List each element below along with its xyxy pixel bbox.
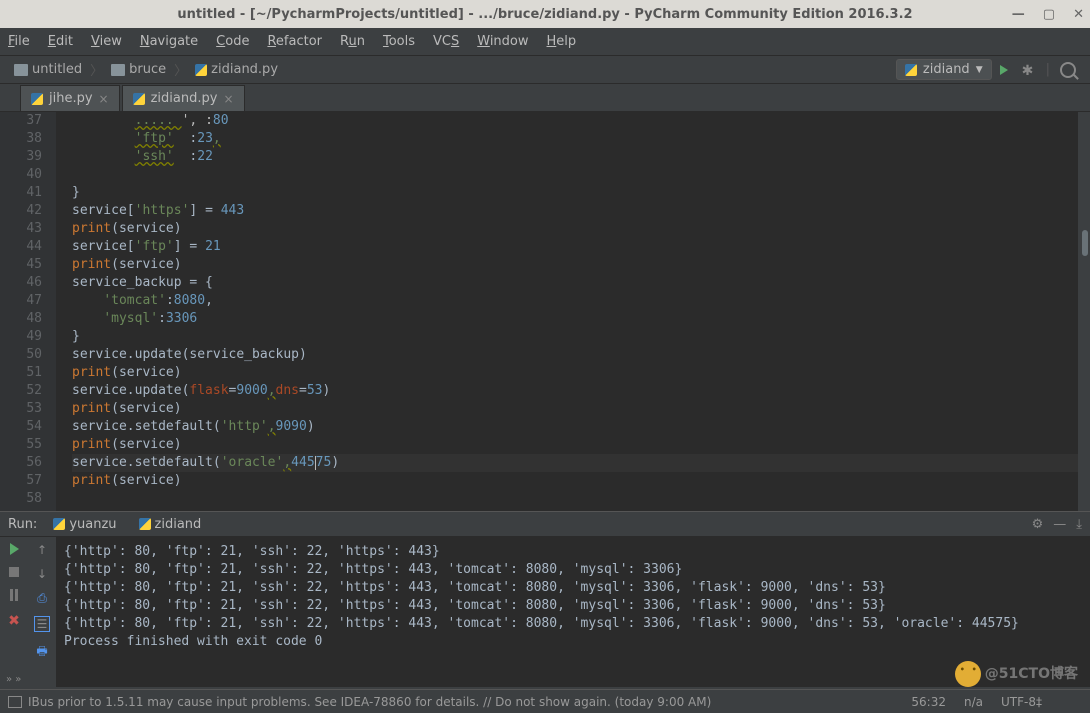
python-file-icon [195, 64, 207, 76]
menu-navigate[interactable]: Navigate [140, 34, 198, 49]
down-arrow-icon[interactable]: ↓ [37, 567, 47, 581]
scrollbar[interactable] [1078, 112, 1090, 511]
console-output[interactable]: {'http': 80, 'ftp': 21, 'ssh': 22, 'http… [56, 537, 1090, 687]
close-tab-icon[interactable]: × [99, 92, 109, 106]
menu-refactor[interactable]: Refactor [267, 34, 322, 49]
run-nav-rail: ↑ ↓ ⎙ ☰ 🖶 [28, 537, 56, 687]
breadcrumb-root[interactable]: untitled [8, 60, 88, 79]
menu-tools[interactable]: Tools [383, 34, 415, 49]
line-separator[interactable]: n/a [964, 695, 983, 709]
tab-jihe[interactable]: jihe.py× [20, 85, 120, 111]
python-file-icon [139, 518, 151, 530]
breadcrumb-file[interactable]: zidiand.py [189, 60, 284, 79]
search-icon[interactable] [1060, 62, 1076, 78]
menu-code[interactable]: Code [216, 34, 249, 49]
run-tool-header: Run: yuanzu zidiand ⚙ — ⤓ [0, 511, 1090, 537]
status-message[interactable]: IBus prior to 1.5.11 may cause input pro… [28, 695, 711, 709]
rerun-button[interactable] [10, 543, 19, 555]
folder-icon [14, 64, 28, 76]
stop-button[interactable] [9, 567, 19, 577]
run-config-selector[interactable]: zidiand▼ [896, 59, 992, 80]
menu-window[interactable]: Window [477, 34, 528, 49]
smiley-icon [955, 661, 981, 687]
maximize-button[interactable]: ▢ [1043, 7, 1055, 22]
menu-bar: File Edit View Navigate Code Refactor Ru… [0, 28, 1090, 56]
status-bar: IBus prior to 1.5.11 may cause input pro… [0, 689, 1090, 713]
window-controls: — ▢ ✕ [1012, 7, 1084, 22]
minimize-button[interactable]: — [1012, 7, 1025, 22]
cursor-position[interactable]: 56:32 [911, 695, 946, 709]
menu-vcs[interactable]: VCS [433, 34, 459, 49]
wrap-icon[interactable]: ⎙ [37, 591, 47, 606]
title-bar: untitled - [~/PycharmProjects/untitled] … [0, 0, 1090, 28]
menu-file[interactable]: File [8, 34, 30, 49]
up-arrow-icon[interactable]: ↑ [37, 543, 47, 557]
minimize-panel-icon[interactable]: — [1053, 517, 1066, 532]
debug-button[interactable] [1022, 63, 1036, 77]
scroll-thumb[interactable] [1082, 230, 1088, 256]
pause-button[interactable] [10, 589, 18, 601]
gear-icon[interactable]: ⚙ [1032, 517, 1044, 532]
python-file-icon [31, 93, 43, 105]
breadcrumb-folder[interactable]: bruce [105, 60, 172, 79]
run-button[interactable] [1000, 65, 1008, 75]
window-title: untitled - [~/PycharmProjects/untitled] … [177, 7, 912, 22]
gutter[interactable]: 37 38 39 40 41 42 43 44 45 46 47 48 49 5… [0, 112, 56, 511]
close-run-button[interactable]: ✖ [8, 613, 20, 629]
close-tab-icon[interactable]: × [223, 92, 233, 106]
watermark: @51CTO博客 [955, 661, 1078, 687]
run-tool-window: ✖ ↑ ↓ ⎙ ☰ 🖶 {'http': 80, 'ftp': 21, 'ssh… [0, 537, 1090, 687]
menu-view[interactable]: View [91, 34, 122, 49]
chevron-down-icon: ▼ [976, 65, 983, 75]
print-icon[interactable]: 🖶 [36, 642, 47, 663]
python-file-icon [133, 93, 145, 105]
menu-help[interactable]: Help [547, 34, 577, 49]
tab-zidiand[interactable]: zidiand.py× [122, 85, 245, 111]
run-label: Run: [8, 517, 37, 532]
code-area[interactable]: ..... ', :80 'ftp' :23, 'ssh' :22 } serv… [56, 112, 1090, 511]
run-left-rail: ✖ [0, 537, 28, 687]
run-tool-buttons: ⚙ — ⤓ [1032, 517, 1082, 532]
folder-icon [111, 64, 125, 76]
menu-edit[interactable]: Edit [48, 34, 73, 49]
pin-icon[interactable]: ⤓ [1076, 517, 1082, 532]
python-file-icon [905, 64, 917, 76]
file-encoding[interactable]: UTF-8‡ [1001, 695, 1042, 709]
scroll-end-icon[interactable]: ☰ [34, 616, 51, 632]
python-file-icon [53, 518, 65, 530]
run-tab-yuanzu[interactable]: yuanzu [47, 515, 122, 534]
code-editor[interactable]: 37 38 39 40 41 42 43 44 45 46 47 48 49 5… [0, 112, 1090, 511]
status-icon[interactable] [8, 696, 22, 708]
run-tab-zidiand[interactable]: zidiand [133, 515, 208, 534]
editor-tabs: jihe.py× zidiand.py× [0, 84, 1090, 112]
expand-icon[interactable]: » » [6, 674, 21, 685]
navigation-bar: untitled 〉 bruce 〉 zidiand.py zidiand▼ | [0, 56, 1090, 84]
menu-run[interactable]: Run [340, 34, 365, 49]
close-button[interactable]: ✕ [1073, 7, 1084, 22]
